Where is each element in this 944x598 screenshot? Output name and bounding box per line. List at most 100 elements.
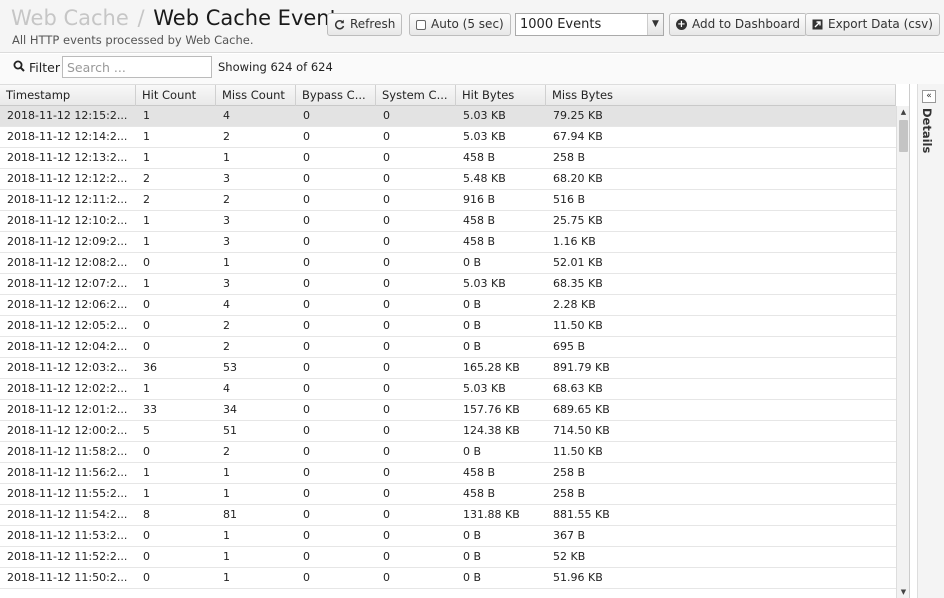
cell-hit-bytes: 165.28 KB bbox=[463, 361, 520, 374]
table-row[interactable]: 2018-11-12 12:01:2... 33 34 0 0 157.76 KB 689.… bbox=[0, 400, 896, 421]
cell-miss-bytes: 68.35 KB bbox=[553, 277, 603, 290]
table-row[interactable]: 2018-11-12 12:12:2... 2 3 0 0 5.48 KB 68.20 KB bbox=[0, 169, 896, 190]
cell-hit-bytes: 124.38 KB bbox=[463, 424, 520, 437]
table-row[interactable]: 2018-11-12 12:03:2... 36 53 0 0 165.28 KB 891.… bbox=[0, 358, 896, 379]
export-data-label: Export Data (csv) bbox=[828, 17, 933, 31]
table-row[interactable]: 2018-11-12 12:10:2... 1 3 0 0 458 B 25.75 KB bbox=[0, 211, 896, 232]
table-row[interactable]: 2018-11-12 11:55:2... 1 1 0 0 458 B 258 B bbox=[0, 484, 896, 505]
cell-system-count: 0 bbox=[383, 235, 390, 248]
page-title-row: Web Cache / Web Cache Events bbox=[11, 5, 349, 31]
add-to-dashboard-button[interactable]: + Add to Dashboard bbox=[669, 13, 808, 36]
table-row[interactable]: 2018-11-12 11:53:2... 0 1 0 0 0 B 367 B bbox=[0, 526, 896, 547]
cell-miss-count: 1 bbox=[223, 550, 230, 563]
refresh-label: Refresh bbox=[350, 17, 396, 31]
cell-hit-bytes: 0 B bbox=[463, 529, 482, 542]
cell-timestamp: 2018-11-12 12:01:2... bbox=[7, 403, 128, 416]
table-row[interactable]: 2018-11-12 12:06:2... 0 4 0 0 0 B 2.28 KB bbox=[0, 295, 896, 316]
cell-bypass-count: 0 bbox=[303, 508, 310, 521]
cell-system-count: 0 bbox=[383, 256, 390, 269]
cell-hit-bytes: 131.88 KB bbox=[463, 508, 520, 521]
cell-timestamp: 2018-11-12 12:05:2... bbox=[7, 319, 128, 332]
table-row[interactable]: 2018-11-12 11:56:2... 1 1 0 0 458 B 258 B bbox=[0, 463, 896, 484]
cell-hit-bytes: 5.03 KB bbox=[463, 382, 506, 395]
column-header-hit-count[interactable]: Hit Count bbox=[136, 85, 216, 106]
checkbox-icon[interactable] bbox=[416, 19, 426, 30]
cell-hit-bytes: 458 B bbox=[463, 214, 496, 227]
details-panel-label[interactable]: Details bbox=[920, 108, 934, 153]
scroll-up-icon[interactable]: ▲ bbox=[897, 106, 909, 118]
cell-hit-count: 0 bbox=[143, 319, 150, 332]
cell-hit-count: 33 bbox=[143, 403, 157, 416]
cell-bypass-count: 0 bbox=[303, 109, 310, 122]
cell-miss-bytes: 2.28 KB bbox=[553, 298, 596, 311]
cell-hit-count: 1 bbox=[143, 130, 150, 143]
table-row[interactable]: 2018-11-12 11:58:2... 0 2 0 0 0 B 11.50 KB bbox=[0, 442, 896, 463]
table-row[interactable]: 2018-11-12 12:15:2... 1 4 0 0 5.03 KB 79.25 KB bbox=[0, 106, 896, 127]
cell-miss-bytes: 1.16 KB bbox=[553, 235, 596, 248]
column-header-timestamp[interactable]: Timestamp bbox=[0, 85, 136, 106]
cell-bypass-count: 0 bbox=[303, 403, 310, 416]
cell-system-count: 0 bbox=[383, 382, 390, 395]
column-header-bypass-count[interactable]: Bypass C... bbox=[296, 85, 376, 106]
scrollbar-thumb[interactable] bbox=[899, 120, 908, 152]
table-row[interactable]: 2018-11-12 11:54:2... 8 81 0 0 131.88 KB 881.5… bbox=[0, 505, 896, 526]
cell-timestamp: 2018-11-12 12:14:2... bbox=[7, 130, 128, 143]
scroll-down-icon[interactable]: ▼ bbox=[897, 586, 909, 598]
column-header-miss-bytes[interactable]: Miss Bytes bbox=[546, 85, 896, 106]
showing-count: Showing 624 of 624 bbox=[218, 60, 333, 74]
cell-hit-bytes: 916 B bbox=[463, 193, 496, 206]
cell-timestamp: 2018-11-12 11:55:2... bbox=[7, 487, 128, 500]
cell-timestamp: 2018-11-12 12:02:2... bbox=[7, 382, 128, 395]
cell-miss-count: 3 bbox=[223, 235, 230, 248]
auto-refresh-toggle[interactable]: Auto (5 sec) bbox=[409, 13, 511, 36]
export-data-button[interactable]: Export Data (csv) bbox=[805, 13, 940, 36]
breadcrumb-web-cache[interactable]: Web Cache bbox=[11, 6, 129, 30]
vertical-scrollbar[interactable]: ▲ ▼ bbox=[896, 106, 909, 598]
cell-miss-count: 4 bbox=[223, 298, 230, 311]
cell-bypass-count: 0 bbox=[303, 340, 310, 353]
table-row[interactable]: 2018-11-12 12:07:2... 1 3 0 0 5.03 KB 68.35 KB bbox=[0, 274, 896, 295]
cell-system-count: 0 bbox=[383, 109, 390, 122]
table-row[interactable]: 2018-11-12 12:08:2... 0 1 0 0 0 B 52.01 KB bbox=[0, 253, 896, 274]
table-row[interactable]: 2018-11-12 12:11:2... 2 2 0 0 916 B 516 B bbox=[0, 190, 896, 211]
cell-hit-count: 0 bbox=[143, 340, 150, 353]
table-row[interactable]: 2018-11-12 12:09:2... 1 3 0 0 458 B 1.16 KB bbox=[0, 232, 896, 253]
table-row[interactable]: 2018-11-12 12:13:2... 1 1 0 0 458 B 258 B bbox=[0, 148, 896, 169]
cell-miss-count: 4 bbox=[223, 109, 230, 122]
cell-hit-bytes: 5.03 KB bbox=[463, 277, 506, 290]
export-icon bbox=[812, 19, 823, 30]
cell-hit-count: 1 bbox=[143, 487, 150, 500]
table-row[interactable]: 2018-11-12 12:05:2... 0 2 0 0 0 B 11.50 KB bbox=[0, 316, 896, 337]
table-row[interactable]: 2018-11-12 12:14:2... 1 2 0 0 5.03 KB 67.94 KB bbox=[0, 127, 896, 148]
search-input[interactable] bbox=[62, 56, 212, 78]
cell-system-count: 0 bbox=[383, 487, 390, 500]
column-header-miss-count[interactable]: Miss Count bbox=[216, 85, 296, 106]
cell-miss-bytes: 79.25 KB bbox=[553, 109, 603, 122]
table-row[interactable]: 2018-11-12 11:50:2... 0 1 0 0 0 B 51.96 KB bbox=[0, 568, 896, 589]
cell-miss-count: 2 bbox=[223, 340, 230, 353]
table-row[interactable]: 2018-11-12 12:02:2... 1 4 0 0 5.03 KB 68.63 KB bbox=[0, 379, 896, 400]
events-count-select[interactable]: 1000 Events ▼ bbox=[515, 13, 664, 36]
events-table: Timestamp Hit Count Miss Count Bypass C.… bbox=[0, 84, 910, 598]
cell-miss-bytes: 68.20 KB bbox=[553, 172, 603, 185]
cell-bypass-count: 0 bbox=[303, 424, 310, 437]
cell-hit-count: 0 bbox=[143, 445, 150, 458]
chevron-down-icon[interactable]: ▼ bbox=[647, 14, 663, 35]
table-row[interactable]: 2018-11-12 12:04:2... 0 2 0 0 0 B 695 B bbox=[0, 337, 896, 358]
cell-system-count: 0 bbox=[383, 571, 390, 584]
table-row[interactable]: 2018-11-12 12:00:2... 5 51 0 0 124.38 KB 714.5… bbox=[0, 421, 896, 442]
cell-timestamp: 2018-11-12 12:15:2... bbox=[7, 109, 128, 122]
refresh-button[interactable]: Refresh bbox=[327, 13, 403, 36]
table-row[interactable]: 2018-11-12 11:52:2... 0 1 0 0 0 B 52 KB bbox=[0, 547, 896, 568]
column-header-system-count[interactable]: System C... bbox=[376, 85, 456, 106]
cell-hit-count: 0 bbox=[143, 529, 150, 542]
cell-hit-count: 1 bbox=[143, 214, 150, 227]
cell-timestamp: 2018-11-12 12:04:2... bbox=[7, 340, 128, 353]
column-header-hit-bytes[interactable]: Hit Bytes bbox=[456, 85, 546, 106]
page-title: Web Cache Events bbox=[153, 6, 349, 30]
cell-miss-bytes: 67.94 KB bbox=[553, 130, 603, 143]
filter-bar: Filter Showing 624 of 624 bbox=[0, 54, 944, 84]
cell-miss-count: 53 bbox=[223, 361, 237, 374]
double-chevron-left-icon[interactable]: « bbox=[922, 90, 936, 103]
cell-system-count: 0 bbox=[383, 340, 390, 353]
